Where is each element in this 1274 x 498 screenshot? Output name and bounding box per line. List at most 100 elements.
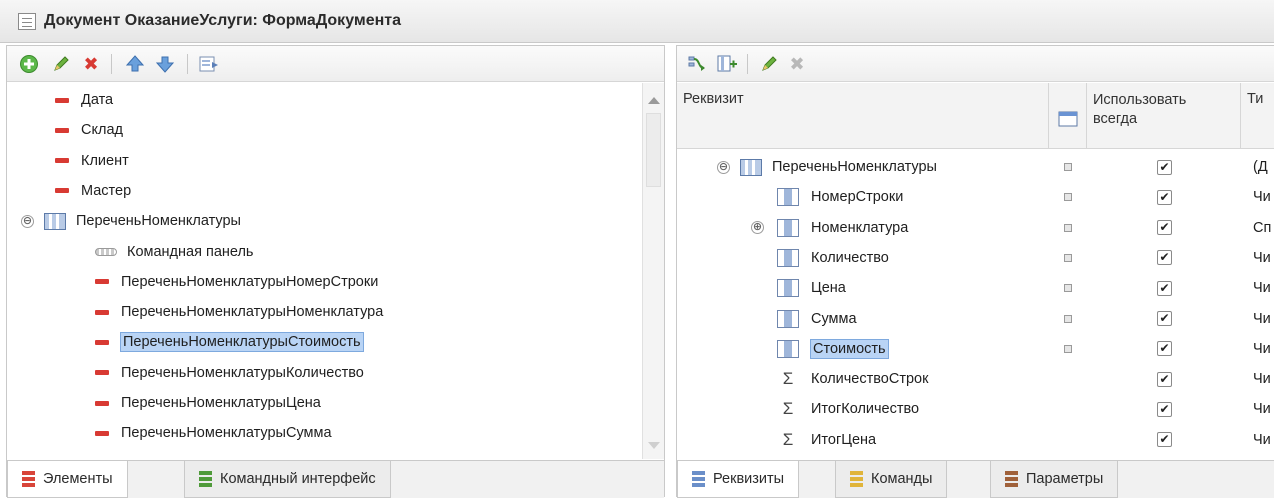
tab-label: Реквизиты — [713, 471, 785, 487]
sum-icon: Σ — [782, 399, 794, 419]
use-always-checkbox[interactable]: ✔ — [1157, 371, 1172, 387]
use-always-checkbox[interactable]: ✔ — [1157, 280, 1172, 296]
edit-icon[interactable] — [757, 52, 781, 76]
attribute-name-cell[interactable]: ⊖ ПереченьНоменклатуры — [717, 152, 937, 182]
column-header-use-always[interactable]: Использовать всегда — [1087, 83, 1241, 149]
tree-item-field[interactable]: ПереченьНоменклатурыСтоимость — [7, 327, 664, 357]
tab-parameters[interactable]: Параметры — [990, 461, 1119, 498]
add-icon[interactable] — [17, 52, 41, 76]
collapse-icon[interactable]: ⊖ — [21, 214, 34, 228]
tree-item-field[interactable]: Мастер — [7, 176, 664, 206]
use-always-checkbox[interactable]: ✔ — [1157, 432, 1172, 448]
tab-command-interface[interactable]: Командный интерфейс — [184, 461, 391, 498]
tab-elements[interactable]: Элементы — [7, 461, 128, 498]
attribute-row[interactable]: Σ ИтогЦена ✔ Чи — [677, 425, 1274, 455]
use-always-checkbox[interactable]: ✔ — [1157, 159, 1172, 175]
column-header-type[interactable]: Ти — [1241, 83, 1274, 149]
attribute-row[interactable]: Σ КоличествоСтрок ✔ Чи — [677, 364, 1274, 394]
view-flag-cell[interactable] — [1064, 243, 1072, 273]
attribute-name-cell[interactable]: Σ ИтогЦена — [777, 425, 876, 455]
attributes-pane: ✖ Реквизит Использовать всегда Ти ⊖ Переч… — [676, 45, 1274, 498]
view-icon — [1058, 111, 1078, 127]
attributes-grid-header: Реквизит Использовать всегда Ти — [677, 83, 1274, 149]
attribute-name-cell[interactable]: Количество — [777, 243, 889, 273]
view-flag-cell[interactable] — [1064, 152, 1072, 182]
use-always-cell[interactable]: ✔ — [1157, 334, 1172, 364]
view-flag-cell[interactable] — [1064, 334, 1072, 364]
field-icon — [55, 158, 69, 164]
tree-item-field[interactable]: ПереченьНоменклатурыНоменклатура — [7, 297, 664, 327]
use-always-cell[interactable]: ✔ — [1157, 273, 1172, 303]
use-always-cell[interactable]: ✔ — [1157, 304, 1172, 334]
use-always-cell[interactable]: ✔ — [1157, 425, 1172, 455]
view-flag-icon — [1064, 314, 1072, 323]
move-up-icon[interactable] — [123, 52, 147, 76]
attribute-row[interactable]: НомерСтроки ✔ Чи — [677, 182, 1274, 212]
attribute-row[interactable]: ⊖ ПереченьНоменклатуры ✔ (Д — [677, 152, 1274, 182]
scroll-down-icon[interactable] — [648, 442, 660, 449]
attribute-row[interactable]: Количество ✔ Чи — [677, 243, 1274, 273]
column-header-view[interactable] — [1049, 83, 1087, 149]
form-view-icon[interactable] — [197, 52, 221, 76]
tab-label: Команды — [871, 471, 933, 487]
attribute-name-cell[interactable]: Сумма — [777, 304, 857, 334]
use-always-cell[interactable]: ✔ — [1157, 243, 1172, 273]
use-always-cell[interactable]: ✔ — [1157, 152, 1172, 182]
view-flag-cell[interactable] — [1064, 304, 1072, 334]
use-always-checkbox[interactable]: ✔ — [1157, 250, 1172, 266]
view-flag-cell[interactable] — [1064, 213, 1072, 243]
use-always-checkbox[interactable]: ✔ — [1157, 311, 1172, 326]
tree-item-field[interactable]: ПереченьНоменклатурыЦена — [7, 388, 664, 418]
use-always-cell[interactable]: ✔ — [1157, 394, 1172, 424]
expand-icon[interactable]: ⊕ — [751, 221, 764, 235]
attribute-name-cell[interactable]: Σ ИтогКоличество — [777, 394, 919, 424]
attributes-tabbar: Реквизиты Команды Параметры — [677, 460, 1274, 498]
attribute-label: Сумма — [811, 310, 857, 327]
attribute-row[interactable]: Сумма ✔ Чи — [677, 304, 1274, 334]
add-attribute-icon[interactable] — [685, 52, 709, 76]
tree-item-field[interactable]: ПереченьНоменклатурыКоличество — [7, 358, 664, 388]
elements-scrollbar[interactable] — [642, 83, 664, 459]
scroll-up-icon[interactable] — [648, 97, 660, 104]
attribute-row[interactable]: ⊕ Номенклатура ✔ Сп — [677, 213, 1274, 243]
field-icon — [95, 400, 109, 406]
tree-item-field[interactable]: Клиент — [7, 146, 664, 176]
attribute-name-cell[interactable]: ⊕ Номенклатура — [751, 213, 908, 243]
delete-icon[interactable]: ✖ — [785, 52, 809, 76]
attribute-name-cell[interactable]: НомерСтроки — [777, 182, 903, 212]
use-always-checkbox[interactable]: ✔ — [1157, 401, 1172, 417]
use-always-checkbox[interactable]: ✔ — [1157, 189, 1172, 205]
use-always-cell[interactable]: ✔ — [1157, 364, 1172, 394]
use-always-cell[interactable]: ✔ — [1157, 213, 1172, 243]
column-header-attribute[interactable]: Реквизит — [677, 83, 1049, 149]
tree-item-field[interactable]: ПереченьНоменклатурыСумма — [7, 418, 664, 448]
delete-icon[interactable]: ✖ — [79, 52, 103, 76]
move-down-icon[interactable] — [153, 52, 177, 76]
attribute-name-cell[interactable]: Стоимость — [777, 334, 889, 364]
attribute-name-cell[interactable]: Σ КоличествоСтрок — [777, 364, 929, 394]
attribute-label: КоличествоСтрок — [811, 371, 929, 388]
tree-item-command-bar[interactable]: Командная панель — [7, 237, 664, 267]
tree-item-table[interactable]: ⊖ ПереченьНоменклатуры — [7, 206, 664, 236]
title-bar: Документ ОказаниеУслуги: ФормаДокумента — [0, 0, 1274, 43]
tree-item-field[interactable]: ПереченьНоменклатурыНомерСтроки — [7, 267, 664, 297]
view-flag-cell[interactable] — [1064, 182, 1072, 212]
use-always-checkbox[interactable]: ✔ — [1157, 341, 1172, 357]
tree-item-field[interactable]: Склад — [7, 115, 664, 145]
type-cell: Чи — [1253, 431, 1271, 448]
collapse-icon[interactable]: ⊖ — [717, 160, 730, 174]
tab-attributes[interactable]: Реквизиты — [677, 461, 800, 498]
attribute-name-cell[interactable]: Цена — [777, 273, 846, 303]
add-column-icon[interactable] — [715, 52, 739, 76]
tab-commands[interactable]: Команды — [835, 461, 948, 498]
scroll-thumb[interactable] — [646, 113, 661, 187]
view-flag-cell[interactable] — [1064, 273, 1072, 303]
use-always-checkbox[interactable]: ✔ — [1157, 220, 1172, 236]
edit-icon[interactable] — [49, 52, 73, 76]
attribute-row[interactable]: Стоимость ✔ Чи — [677, 334, 1274, 364]
attribute-row[interactable]: Цена ✔ Чи — [677, 273, 1274, 303]
tree-item-field[interactable]: Дата — [7, 85, 664, 115]
column-icon — [777, 279, 799, 298]
attribute-row[interactable]: Σ ИтогКоличество ✔ Чи — [677, 394, 1274, 424]
use-always-cell[interactable]: ✔ — [1157, 182, 1172, 212]
